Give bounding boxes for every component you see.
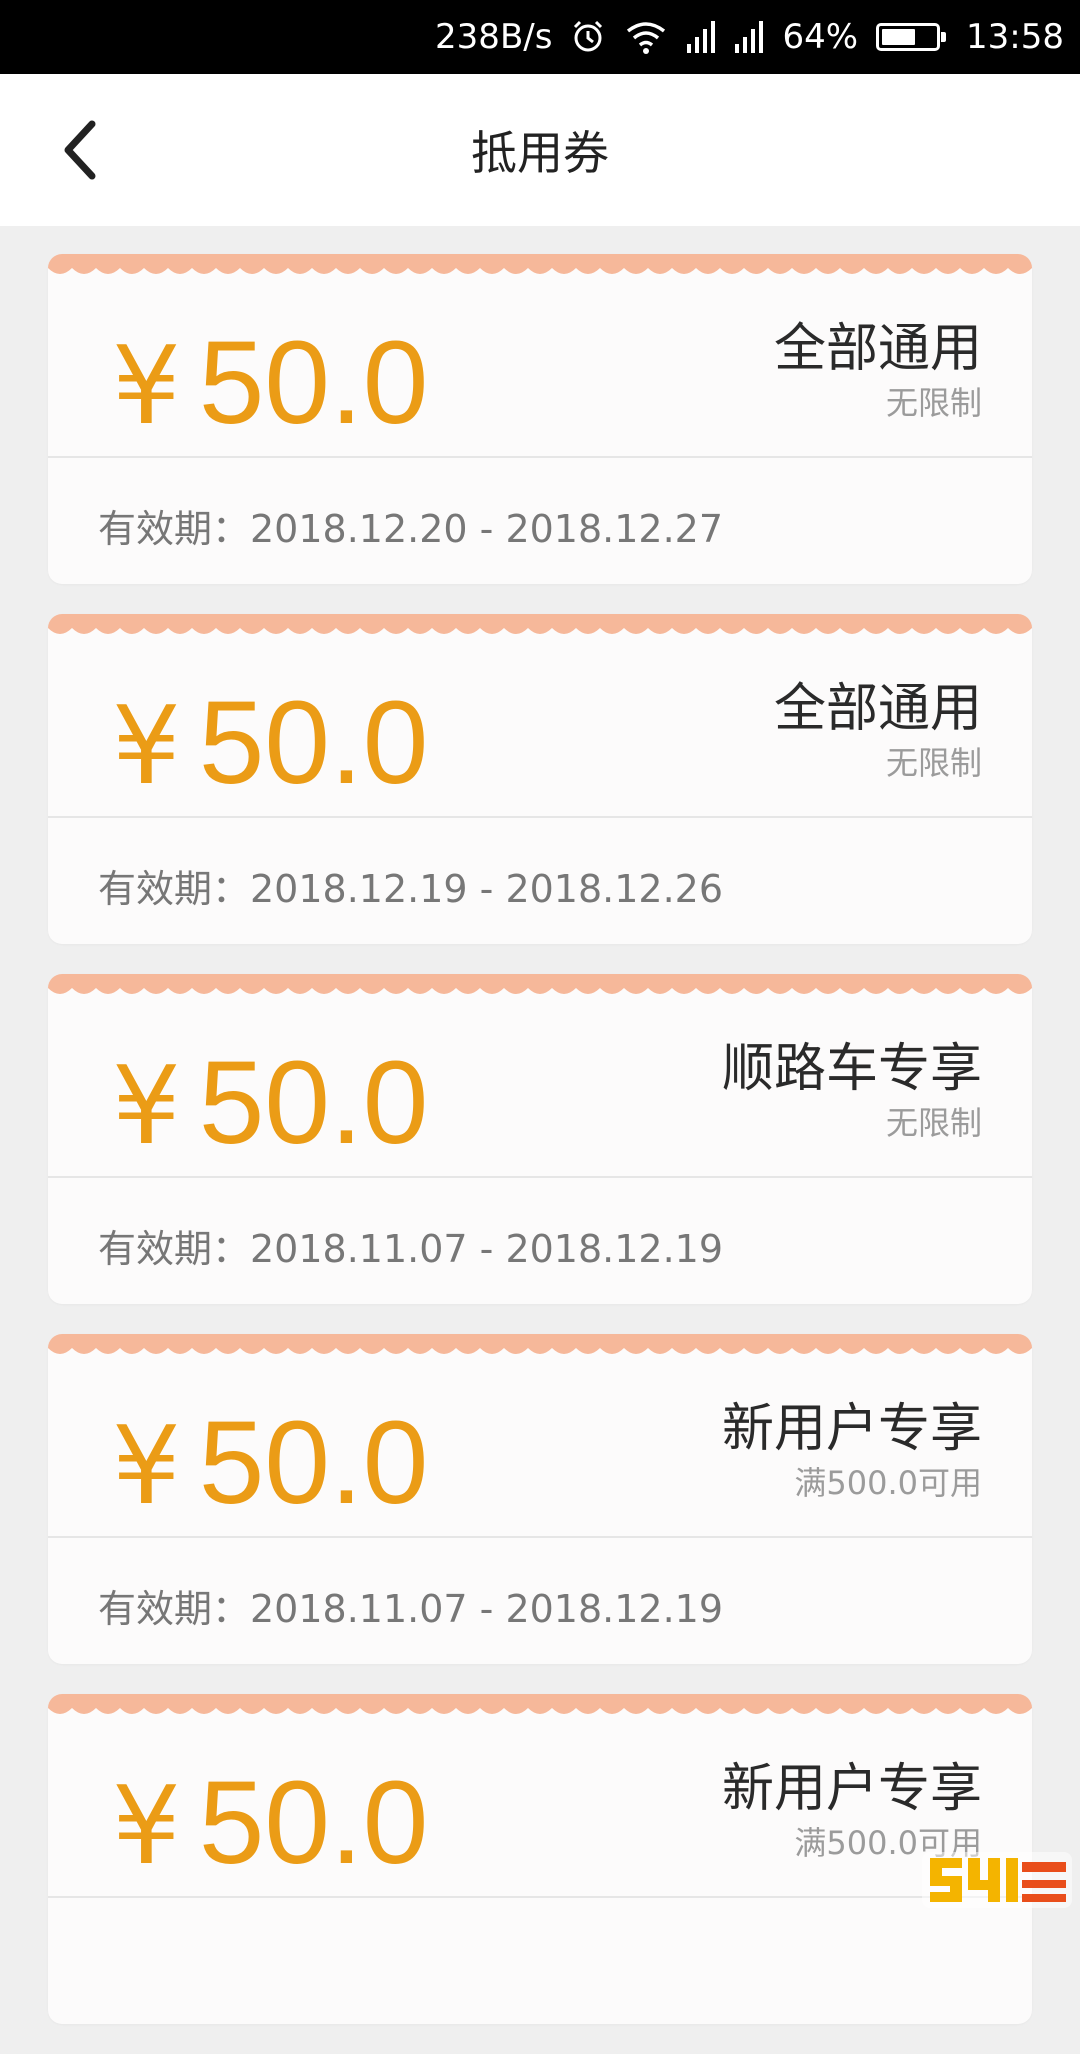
coupon-amount: ¥50.0: [112, 684, 428, 802]
coupon-amount: ¥50.0: [112, 1044, 428, 1162]
amount-value: 50.0: [198, 1397, 429, 1529]
currency-symbol: ¥: [112, 1764, 181, 1889]
currency-symbol: ¥: [112, 1404, 181, 1529]
coupon-amount: ¥50.0: [112, 324, 428, 442]
battery-icon: [876, 23, 948, 51]
coupon-divider: [48, 456, 1032, 458]
coupon-type: 顺路车专享: [721, 1039, 982, 1099]
watermark-logo-icon: [922, 1852, 1072, 1908]
coupon-divider: [48, 816, 1032, 818]
battery-level: [882, 29, 916, 45]
coupon-type: 新用户专享: [721, 1759, 982, 1819]
chevron-left-icon: [64, 120, 96, 180]
coupon-amount: ¥50.0: [112, 1764, 428, 1882]
coupon-validity: 有效期：2018.12.19 - 2018.12.26: [98, 867, 724, 911]
coupon-condition: 无限制: [885, 384, 982, 422]
coupon-condition: 无限制: [885, 1104, 982, 1142]
header-bar: 抵用券: [0, 74, 1080, 226]
currency-symbol: ¥: [112, 1044, 181, 1169]
alarm-icon: [570, 19, 606, 55]
clock: 13:58: [966, 17, 1064, 57]
coupon-top: ¥50.0 全部通用无限制: [48, 254, 1032, 456]
page-title: 抵用券: [471, 126, 609, 180]
coupon-validity: 有效期：2018.11.07 - 2018.12.19: [98, 1587, 724, 1631]
amount-value: 50.0: [198, 1757, 429, 1889]
coupon-top: ¥50.0 顺路车专享无限制: [48, 974, 1032, 1176]
coupon-condition: 无限制: [885, 744, 982, 782]
coupon-card[interactable]: ¥50.0 全部通用无限制有效期：2018.12.19 - 2018.12.26: [48, 614, 1032, 944]
coupon-validity: 有效期：2018.12.20 - 2018.12.27: [98, 507, 724, 551]
coupon-type: 全部通用: [773, 679, 982, 739]
coupon-condition: 满500.0可用: [794, 1464, 982, 1502]
coupon-divider: [48, 1536, 1032, 1538]
coupon-card[interactable]: ¥50.0 全部通用无限制有效期：2018.12.20 - 2018.12.27: [48, 254, 1032, 584]
status-bar: 238B/s 64% 13:58: [0, 0, 1080, 74]
coupon-card[interactable]: ¥50.0 新用户专享满500.0可用有效期：2018.11.07 - 2018.…: [48, 1334, 1032, 1664]
coupon-type: 新用户专享: [721, 1399, 982, 1459]
coupon-top: ¥50.0 新用户专享 满500.0可用: [48, 1694, 1032, 1896]
currency-symbol: ¥: [112, 324, 181, 449]
back-button[interactable]: [40, 110, 120, 190]
amount-value: 50.0: [198, 317, 429, 449]
signal-icon: [686, 20, 716, 54]
coupon-card[interactable]: ¥50.0 新用户专享 满500.0可用: [48, 1694, 1032, 2024]
currency-symbol: ¥: [112, 684, 181, 809]
wifi-icon: [624, 19, 668, 55]
coupon-validity: 有效期：2018.11.07 - 2018.12.19: [98, 1227, 724, 1271]
amount-value: 50.0: [198, 1037, 429, 1169]
coupon-list: ¥50.0 全部通用 无限制 有效期：2018.12.20 - 2018.12.27 ¥…: [48, 254, 1032, 2054]
coupon-top: ¥50.0 新用户专享满500.0可用: [48, 1334, 1032, 1536]
coupon-top: ¥50.0 全部通用无限制: [48, 614, 1032, 816]
coupon-divider: [48, 1896, 1032, 1898]
signal-icon-2: [734, 20, 764, 54]
battery-percent: 64%: [782, 17, 859, 57]
coupon-divider: [48, 1176, 1032, 1178]
net-speed: 238B/s: [435, 17, 553, 57]
coupon-type: 全部通用: [773, 319, 982, 379]
amount-value: 50.0: [198, 677, 429, 809]
coupon-card[interactable]: ¥50.0 顺路车专享无限制有效期：2018.11.07 - 2018.12.19: [48, 974, 1032, 1304]
coupon-amount: ¥50.0: [112, 1404, 428, 1522]
